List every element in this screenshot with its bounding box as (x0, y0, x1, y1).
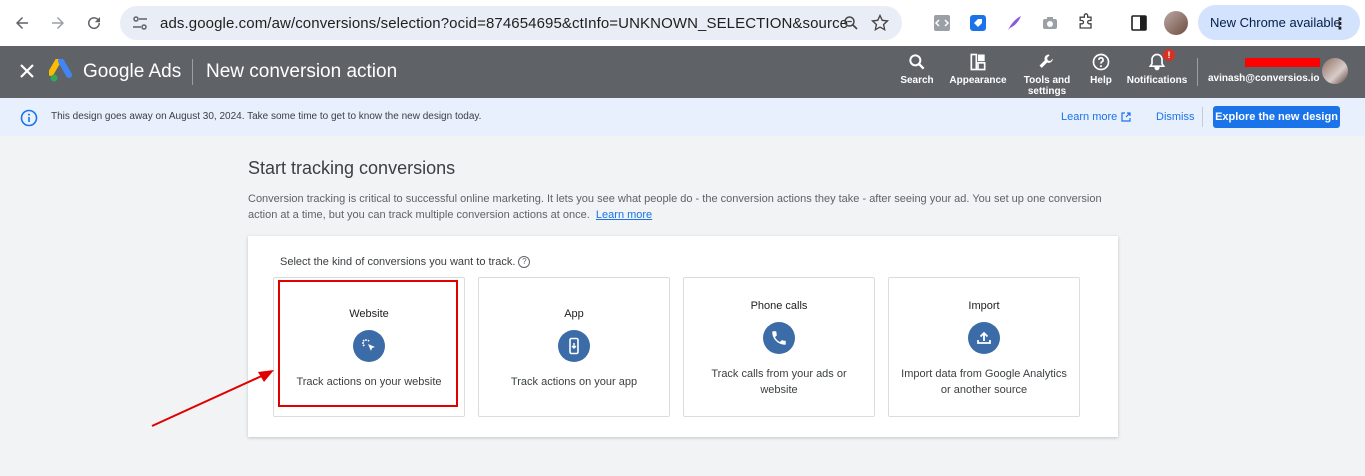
header-divider (1197, 58, 1198, 86)
help-icon (1092, 53, 1110, 71)
option-title: Import (968, 300, 1000, 312)
notifications-tool[interactable]: ! Notifications (1126, 49, 1188, 86)
notification-badge: ! (1163, 49, 1175, 61)
side-panel-icon[interactable] (1128, 12, 1150, 34)
tools-settings-label: Tools and settings (1023, 75, 1071, 97)
appearance-icon (970, 53, 986, 71)
option-phone-calls[interactable]: Phone calls Track calls from your ads or… (683, 277, 875, 417)
tools-settings-tool[interactable]: Tools and settings (1022, 52, 1072, 97)
info-icon (20, 109, 38, 127)
account-email[interactable]: avinash@conversios.io (1208, 73, 1319, 84)
dismiss-button[interactable]: Dismiss (1156, 111, 1195, 123)
banner-divider (1202, 107, 1203, 127)
appearance-tool[interactable]: Appearance (949, 52, 1007, 86)
option-description: Import data from Google Analytics or ano… (901, 368, 1067, 396)
section-description: Conversion tracking is critical to succe… (248, 191, 1108, 223)
banner-text: This design goes away on August 30, 2024… (51, 111, 482, 122)
zoom-icon[interactable] (842, 14, 860, 32)
redacted-account-name (1245, 58, 1320, 67)
brand-name: Google Ads (83, 61, 182, 82)
chrome-menu-icon[interactable]: ⋮ (1332, 14, 1348, 34)
mobile-app-icon (558, 330, 590, 362)
description-text: Conversion tracking is critical to succe… (248, 193, 1102, 221)
new-chrome-label: New Chrome available (1210, 15, 1341, 30)
option-app[interactable]: App Track actions on your app (478, 277, 670, 417)
option-title: Website (349, 308, 389, 320)
search-tool-label: Search (900, 75, 934, 86)
option-description: Track calls from your ads or website (711, 368, 847, 396)
back-button[interactable] (8, 9, 36, 37)
new-chrome-available-button[interactable]: New Chrome available ⋮ (1198, 5, 1360, 40)
extensions-puzzle-icon[interactable] (1075, 12, 1097, 34)
section-title: Start tracking conversions (248, 158, 456, 178)
reload-icon (88, 17, 101, 30)
google-ads-logo (49, 59, 72, 82)
extension-code-icon[interactable] (931, 12, 953, 34)
help-question-icon[interactable]: ? (518, 256, 531, 268)
arrow-right-icon (52, 17, 64, 29)
url-text[interactable]: ads.google.com/aw/conversions/selection?… (160, 15, 848, 32)
ads-header: Google Ads New conversion action Search … (0, 46, 1365, 98)
browser-toolbar: ads.google.com/aw/conversions/selection?… (0, 0, 1365, 46)
address-bar[interactable]: ads.google.com/aw/conversions/selection?… (120, 6, 902, 40)
site-settings-icon[interactable] (132, 15, 148, 31)
option-title: Phone calls (750, 300, 808, 312)
help-tool[interactable]: Help (1087, 52, 1115, 86)
profile-avatar[interactable] (1164, 11, 1188, 35)
search-icon (909, 54, 925, 70)
bookmark-star-icon[interactable] (870, 13, 890, 33)
forward-button[interactable] (44, 9, 72, 37)
phone-icon (763, 322, 795, 354)
explore-new-design-button[interactable]: Explore the new design (1213, 106, 1340, 128)
option-import[interactable]: Import Import data from Google Analytics… (888, 277, 1080, 417)
upload-icon (968, 322, 1000, 354)
banner-learn-more-label: Learn more (1061, 111, 1118, 123)
arrow-left-icon (16, 17, 28, 29)
banner-learn-more-link[interactable]: Learn more (1061, 111, 1131, 123)
reload-button[interactable] (80, 9, 108, 37)
close-icon[interactable] (18, 62, 36, 80)
new-design-banner: This design goes away on August 30, 2024… (0, 98, 1365, 136)
notifications-tool-label: Notifications (1126, 75, 1188, 86)
option-title: App (564, 308, 584, 320)
pointer-arrow-annotation (151, 370, 274, 427)
learn-more-link[interactable]: Learn more (596, 209, 652, 221)
option-website[interactable]: Website Track actions on your website (273, 277, 465, 417)
option-description: Track actions on your app (510, 376, 638, 388)
cursor-click-icon (353, 330, 385, 362)
select-conversion-label: Select the kind of conversions you want … (280, 256, 531, 268)
open-in-new-icon (1121, 112, 1131, 122)
account-avatar[interactable] (1322, 58, 1348, 84)
page-title: New conversion action (206, 61, 398, 82)
extension-tag-icon[interactable] (967, 12, 989, 34)
option-description: Track actions on your website (296, 376, 442, 388)
header-divider (192, 59, 193, 85)
appearance-tool-label: Appearance (949, 75, 1007, 86)
extension-feather-icon[interactable] (1003, 12, 1025, 34)
search-tool[interactable]: Search (899, 52, 935, 86)
select-label-text: Select the kind of conversions you want … (280, 256, 516, 268)
help-tool-label: Help (1090, 75, 1112, 86)
extension-camera-icon[interactable] (1039, 12, 1061, 34)
wrench-icon (1039, 54, 1053, 68)
